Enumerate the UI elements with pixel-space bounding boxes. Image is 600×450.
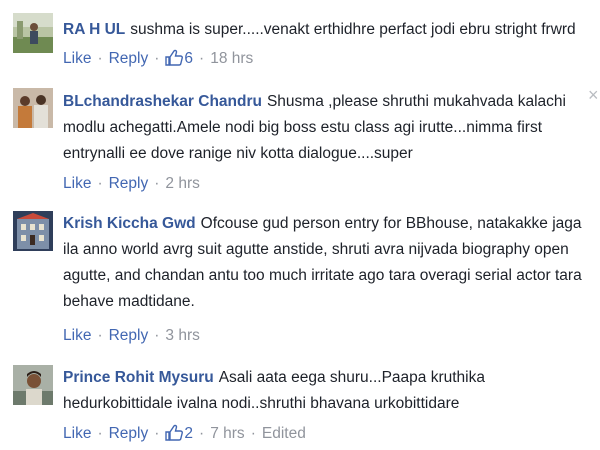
reply-button[interactable]: Reply	[109, 50, 149, 67]
separator: ·	[97, 327, 103, 344]
user-avatar-outdoor-icon[interactable]	[13, 13, 53, 53]
separator: ·	[199, 425, 205, 442]
separator: ·	[97, 175, 103, 192]
comment-timestamp[interactable]: 18 hrs	[210, 50, 253, 67]
separator: ·	[199, 50, 205, 67]
separator: ·	[97, 425, 103, 442]
separator: ·	[154, 50, 160, 67]
comment-author[interactable]: Krish Kiccha Gwd	[63, 215, 196, 232]
separator: ·	[154, 327, 160, 344]
like-count[interactable]: 2	[165, 424, 193, 442]
comment-actions: Like · Reply · 6 · 18 hrs	[63, 47, 253, 74]
comment-actions: Like · Reply · 2 hrs	[63, 172, 200, 196]
comment-author[interactable]: RA H UL	[63, 21, 125, 38]
like-count[interactable]: 6	[165, 49, 193, 67]
reply-button[interactable]: Reply	[109, 175, 149, 192]
reply-button[interactable]: Reply	[109, 425, 149, 442]
separator: ·	[97, 50, 103, 67]
separator: ·	[154, 425, 160, 442]
comment-author[interactable]: Prince Rohit Mysuru	[63, 369, 214, 386]
separator: ·	[154, 175, 160, 192]
user-avatar-building-icon[interactable]	[13, 211, 53, 251]
like-button[interactable]: Like	[63, 425, 91, 442]
like-button[interactable]: Like	[63, 327, 91, 344]
comment-actions: Like · Reply · 2 · 7 hrs · Edited	[63, 422, 306, 449]
like-button[interactable]: Like	[63, 175, 91, 192]
like-button[interactable]: Like	[63, 50, 91, 67]
comment-body: BLchandrashekar Chandru Shusma ,please sh…	[63, 89, 588, 167]
comment-text: sushma is super.....venakt erthidhre per…	[130, 21, 576, 38]
thumbs-up-icon	[165, 49, 184, 74]
comment-author[interactable]: BLchandrashekar Chandru	[63, 93, 262, 110]
comment-body: RA H UL sushma is super.....venakt erthid…	[63, 17, 588, 43]
comment-timestamp[interactable]: 2 hrs	[165, 175, 199, 192]
user-avatar-couple-icon[interactable]	[13, 88, 53, 128]
edited-label[interactable]: Edited	[262, 425, 306, 442]
comment-timestamp[interactable]: 3 hrs	[165, 327, 199, 344]
separator: ·	[250, 425, 256, 442]
comment-body: Krish Kiccha Gwd Ofcouse gud person entry…	[63, 211, 588, 315]
thumbs-up-icon	[165, 424, 184, 449]
reply-button[interactable]: Reply	[109, 327, 149, 344]
comment-actions: Like · Reply · 3 hrs	[63, 324, 200, 348]
user-avatar-portrait-icon[interactable]	[13, 365, 53, 405]
comment-body: Prince Rohit Mysuru Asali aata eega shuru…	[63, 365, 588, 417]
comment-timestamp[interactable]: 7 hrs	[210, 425, 244, 442]
hide-comment-icon[interactable]: ×	[588, 86, 599, 104]
